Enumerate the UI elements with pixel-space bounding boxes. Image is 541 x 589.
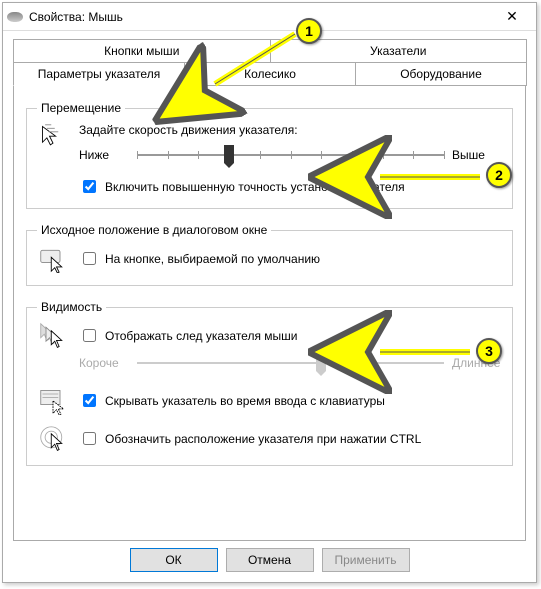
hide-typing-input[interactable]: [83, 394, 96, 407]
motion-label: Задайте скорость движения указателя:: [79, 123, 502, 137]
trail-short-label: Короче: [79, 356, 129, 370]
hide-typing-checkbox[interactable]: Скрывать указатель во время ввода с клав…: [79, 391, 385, 410]
pointer-speed-icon: [39, 123, 67, 151]
motion-group: Перемещение Задайте скорость движения ук…: [26, 101, 513, 209]
speed-fast-label: Выше: [452, 148, 502, 162]
pointer-trail-icon: [39, 322, 67, 350]
locate-pointer-icon: [39, 425, 67, 453]
trail-long-label: Длиннее: [452, 356, 502, 370]
speed-slider-thumb[interactable]: [224, 145, 234, 163]
enhance-precision-checkbox[interactable]: Включить повышенную точность установки у…: [79, 177, 405, 196]
ok-button[interactable]: ОК: [130, 548, 218, 572]
snapto-checkbox[interactable]: На кнопке, выбираемой по умолчанию: [79, 249, 320, 268]
mouse-device-icon: [7, 12, 23, 22]
dialog-buttons: ОК Отмена Применить: [3, 548, 536, 572]
tab-panel: Перемещение Задайте скорость движения ук…: [13, 85, 526, 541]
tab-wheel[interactable]: Колесико: [184, 62, 356, 86]
trail-checkbox[interactable]: Отображать след указателя мыши: [79, 326, 298, 345]
tab-hardware[interactable]: Оборудование: [355, 62, 527, 86]
locate-ctrl-checkbox[interactable]: Обозначить расположение указателя при на…: [79, 429, 421, 448]
tab-pointer-options[interactable]: Параметры указателя: [13, 62, 185, 86]
speed-slider[interactable]: [137, 143, 444, 167]
tab-pointers[interactable]: Указатели: [270, 39, 528, 62]
cancel-button[interactable]: Отмена: [226, 548, 314, 572]
tab-control: Кнопки мыши Указатели Параметры указател…: [3, 31, 536, 541]
trail-slider: [137, 351, 444, 375]
hide-pointer-icon: [39, 387, 67, 415]
snap-to-icon: [39, 245, 67, 273]
visibility-group: Видимость Отображать след указателя мыши: [26, 300, 513, 466]
motion-legend: Перемещение: [37, 101, 125, 115]
locate-ctrl-input[interactable]: [83, 432, 96, 445]
snapto-legend: Исходное положение в диалоговом окне: [37, 223, 271, 237]
window-title: Свойства: Мышь: [29, 10, 492, 24]
tab-buttons[interactable]: Кнопки мыши: [13, 39, 271, 62]
titlebar[interactable]: Свойства: Мышь ✕: [3, 3, 536, 31]
enhance-precision-input[interactable]: [83, 180, 96, 193]
trail-input[interactable]: [83, 329, 96, 342]
trail-slider-thumb: [316, 353, 326, 371]
snapto-input[interactable]: [83, 252, 96, 265]
snapto-group: Исходное положение в диалоговом окне На …: [26, 223, 513, 286]
properties-dialog: Свойства: Мышь ✕ Кнопки мыши Указатели П…: [2, 2, 537, 583]
speed-slow-label: Ниже: [79, 148, 129, 162]
visibility-legend: Видимость: [37, 300, 106, 314]
close-button[interactable]: ✕: [492, 6, 532, 28]
apply-button[interactable]: Применить: [322, 548, 410, 572]
